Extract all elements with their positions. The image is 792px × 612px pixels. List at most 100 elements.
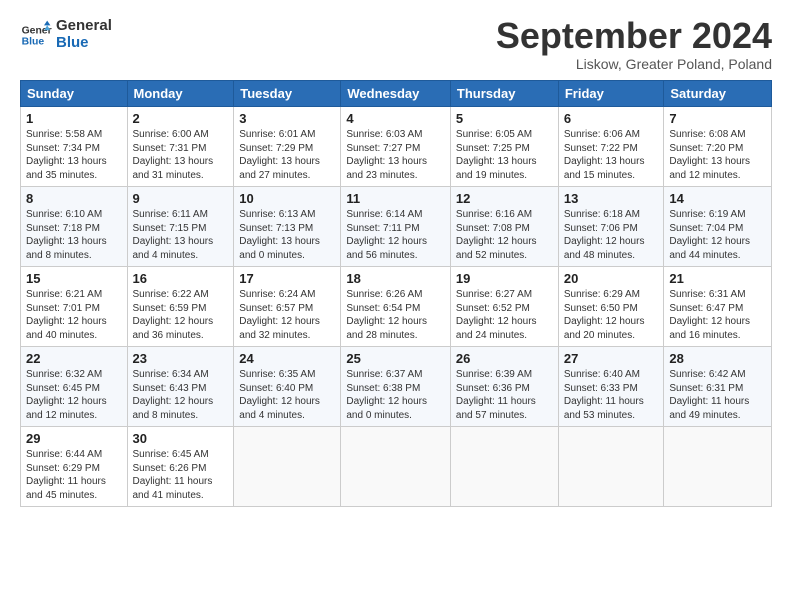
calendar-week-row: 22Sunrise: 6:32 AM Sunset: 6:45 PM Dayli… (21, 347, 772, 427)
day-detail: Sunrise: 6:39 AM Sunset: 6:36 PM Dayligh… (456, 368, 553, 422)
calendar-day-cell: 17 Sunrise: 6:24 AM Sunset: 6:57 PM Dayli… (234, 267, 341, 347)
day-number: 4 (346, 111, 445, 126)
calendar-day-cell: 27 Sunrise: 6:40 AM Sunset: 6:33 PM Dayli… (558, 347, 664, 427)
day-detail: Sunrise: 6:00 AM Sunset: 7:31 PM Dayligh… (133, 128, 229, 182)
calendar-day-cell: 29Sunrise: 6:44 AM Sunset: 6:29 PM Dayli… (21, 427, 128, 507)
svg-text:Blue: Blue (22, 36, 45, 47)
calendar-day-cell: 8 Sunrise: 6:10 AM Sunset: 7:18 PM Daylig… (21, 187, 128, 267)
calendar-day-cell: 5 Sunrise: 6:05 AM Sunset: 7:25 PM Daylig… (450, 107, 558, 187)
day-detail: Sunrise: 6:24 AM Sunset: 6:57 PM Dayligh… (239, 288, 335, 342)
calendar: SundayMondayTuesdayWednesdayThursdayFrid… (20, 80, 772, 507)
day-number: 20 (564, 271, 659, 286)
weekday-header: Wednesday (341, 81, 451, 107)
day-detail: Sunrise: 6:40 AM Sunset: 6:33 PM Dayligh… (564, 368, 659, 422)
day-number: 15 (26, 271, 122, 286)
calendar-day-cell: 3Sunrise: 6:01 AM Sunset: 7:29 PM Daylig… (234, 107, 341, 187)
title-area: September 2024 Liskow, Greater Poland, P… (496, 18, 772, 72)
calendar-day-cell: 7 Sunrise: 6:08 AM Sunset: 7:20 PM Daylig… (664, 107, 772, 187)
calendar-day-cell: 10 Sunrise: 6:13 AM Sunset: 7:13 PM Dayli… (234, 187, 341, 267)
day-number: 19 (456, 271, 553, 286)
day-detail: Sunrise: 6:19 AM Sunset: 7:04 PM Dayligh… (669, 208, 766, 262)
day-number: 13 (564, 191, 659, 206)
logo-icon: General Blue (20, 19, 52, 51)
calendar-day-cell: 25 Sunrise: 6:37 AM Sunset: 6:38 PM Dayli… (341, 347, 451, 427)
day-number: 30 (133, 431, 229, 446)
calendar-day-cell: 24 Sunrise: 6:35 AM Sunset: 6:40 PM Dayli… (234, 347, 341, 427)
day-number: 28 (669, 351, 766, 366)
day-number: 8 (26, 191, 122, 206)
day-detail: Sunrise: 6:26 AM Sunset: 6:54 PM Dayligh… (346, 288, 445, 342)
calendar-day-cell: 14 Sunrise: 6:19 AM Sunset: 7:04 PM Dayli… (664, 187, 772, 267)
page: General Blue General Blue September 2024… (0, 0, 792, 517)
day-detail: Sunrise: 6:34 AM Sunset: 6:43 PM Dayligh… (133, 368, 229, 422)
day-detail: Sunrise: 6:18 AM Sunset: 7:06 PM Dayligh… (564, 208, 659, 262)
day-detail: Sunrise: 6:03 AM Sunset: 7:27 PM Dayligh… (346, 128, 445, 182)
calendar-day-cell: 26 Sunrise: 6:39 AM Sunset: 6:36 PM Dayli… (450, 347, 558, 427)
day-number: 18 (346, 271, 445, 286)
day-detail: Sunrise: 6:08 AM Sunset: 7:20 PM Dayligh… (669, 128, 766, 182)
day-number: 16 (133, 271, 229, 286)
day-detail: Sunrise: 6:42 AM Sunset: 6:31 PM Dayligh… (669, 368, 766, 422)
day-detail: Sunrise: 6:31 AM Sunset: 6:47 PM Dayligh… (669, 288, 766, 342)
calendar-day-cell (664, 427, 772, 507)
day-number: 7 (669, 111, 766, 126)
day-detail: Sunrise: 6:05 AM Sunset: 7:25 PM Dayligh… (456, 128, 553, 182)
day-number: 10 (239, 191, 335, 206)
calendar-day-cell (558, 427, 664, 507)
header: General Blue General Blue September 2024… (20, 18, 772, 72)
day-detail: Sunrise: 6:14 AM Sunset: 7:11 PM Dayligh… (346, 208, 445, 262)
day-number: 27 (564, 351, 659, 366)
day-number: 1 (26, 111, 122, 126)
calendar-day-cell (234, 427, 341, 507)
day-detail: Sunrise: 6:10 AM Sunset: 7:18 PM Dayligh… (26, 208, 122, 262)
day-number: 12 (456, 191, 553, 206)
logo-blue: Blue (56, 35, 112, 52)
day-number: 14 (669, 191, 766, 206)
calendar-day-cell: 9Sunrise: 6:11 AM Sunset: 7:15 PM Daylig… (127, 187, 234, 267)
day-number: 25 (346, 351, 445, 366)
day-detail: Sunrise: 6:35 AM Sunset: 6:40 PM Dayligh… (239, 368, 335, 422)
day-number: 17 (239, 271, 335, 286)
calendar-day-cell: 18 Sunrise: 6:26 AM Sunset: 6:54 PM Dayli… (341, 267, 451, 347)
location: Liskow, Greater Poland, Poland (496, 56, 772, 72)
day-number: 21 (669, 271, 766, 286)
calendar-day-cell: 1Sunrise: 5:58 AM Sunset: 7:34 PM Daylig… (21, 107, 128, 187)
day-number: 26 (456, 351, 553, 366)
calendar-day-cell: 30 Sunrise: 6:45 AM Sunset: 6:26 PM Dayli… (127, 427, 234, 507)
calendar-day-cell: 12Sunrise: 6:16 AM Sunset: 7:08 PM Dayli… (450, 187, 558, 267)
calendar-day-cell: 16Sunrise: 6:22 AM Sunset: 6:59 PM Dayli… (127, 267, 234, 347)
day-detail: Sunrise: 6:37 AM Sunset: 6:38 PM Dayligh… (346, 368, 445, 422)
weekday-header: Saturday (664, 81, 772, 107)
day-detail: Sunrise: 6:29 AM Sunset: 6:50 PM Dayligh… (564, 288, 659, 342)
weekday-header: Tuesday (234, 81, 341, 107)
calendar-day-cell: 28 Sunrise: 6:42 AM Sunset: 6:31 PM Dayli… (664, 347, 772, 427)
day-detail: Sunrise: 6:21 AM Sunset: 7:01 PM Dayligh… (26, 288, 122, 342)
calendar-day-cell: 15 Sunrise: 6:21 AM Sunset: 7:01 PM Dayli… (21, 267, 128, 347)
day-number: 3 (239, 111, 335, 126)
weekday-header: Friday (558, 81, 664, 107)
day-detail: Sunrise: 6:11 AM Sunset: 7:15 PM Dayligh… (133, 208, 229, 262)
day-number: 5 (456, 111, 553, 126)
day-detail: Sunrise: 6:13 AM Sunset: 7:13 PM Dayligh… (239, 208, 335, 262)
calendar-day-cell: 20 Sunrise: 6:29 AM Sunset: 6:50 PM Dayli… (558, 267, 664, 347)
day-number: 24 (239, 351, 335, 366)
day-number: 6 (564, 111, 659, 126)
calendar-day-cell: 13 Sunrise: 6:18 AM Sunset: 7:06 PM Dayli… (558, 187, 664, 267)
weekday-header: Monday (127, 81, 234, 107)
calendar-day-cell (450, 427, 558, 507)
calendar-week-row: 29Sunrise: 6:44 AM Sunset: 6:29 PM Dayli… (21, 427, 772, 507)
logo-general: General (56, 18, 112, 35)
calendar-day-cell: 19Sunrise: 6:27 AM Sunset: 6:52 PM Dayli… (450, 267, 558, 347)
calendar-week-row: 8 Sunrise: 6:10 AM Sunset: 7:18 PM Daylig… (21, 187, 772, 267)
day-detail: Sunrise: 6:45 AM Sunset: 6:26 PM Dayligh… (133, 448, 229, 502)
calendar-day-cell: 2Sunrise: 6:00 AM Sunset: 7:31 PM Daylig… (127, 107, 234, 187)
calendar-day-cell: 11Sunrise: 6:14 AM Sunset: 7:11 PM Dayli… (341, 187, 451, 267)
weekday-header: Sunday (21, 81, 128, 107)
calendar-week-row: 1Sunrise: 5:58 AM Sunset: 7:34 PM Daylig… (21, 107, 772, 187)
calendar-day-cell: 23Sunrise: 6:34 AM Sunset: 6:43 PM Dayli… (127, 347, 234, 427)
day-detail: Sunrise: 6:06 AM Sunset: 7:22 PM Dayligh… (564, 128, 659, 182)
calendar-header-row: SundayMondayTuesdayWednesdayThursdayFrid… (21, 81, 772, 107)
day-number: 22 (26, 351, 122, 366)
weekday-header: Thursday (450, 81, 558, 107)
logo: General Blue General Blue (20, 18, 112, 51)
